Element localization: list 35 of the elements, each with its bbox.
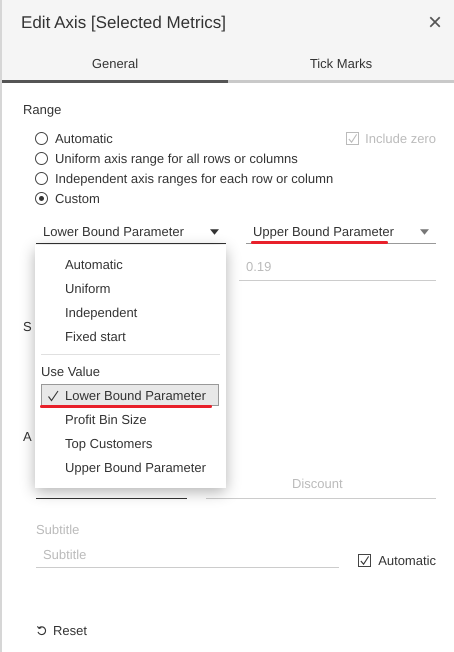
section-label: S (23, 319, 33, 334)
dialog-title: Edit Axis [Selected Metrics] (21, 13, 226, 33)
menu-item[interactable]: Profit Bin Size (41, 408, 219, 430)
radio-button[interactable] (35, 132, 48, 144)
menu-item[interactable]: Independent (41, 301, 219, 323)
tab[interactable]: General (2, 50, 228, 83)
menu-item[interactable]: Uniform (41, 277, 219, 299)
section-label: A (23, 429, 33, 444)
menu-item[interactable]: Lower Bound Parameter (41, 384, 219, 406)
radio-button[interactable] (35, 192, 48, 204)
radio-label: Automatic (55, 130, 113, 146)
menu-item[interactable]: Upper Bound Parameter (41, 456, 219, 478)
dropdown[interactable]: Lower Bound Parameter (36, 222, 226, 244)
menu-item[interactable]: Top Customers (41, 432, 219, 454)
radio-label: Independent axis ranges for each row or column (55, 170, 334, 186)
checkbox[interactable] (358, 554, 372, 566)
reset-icon (36, 625, 47, 636)
checkbox-label: Automatic (378, 552, 436, 568)
menu-heading: Use Value (40, 364, 102, 381)
close-button[interactable]: × (428, 11, 442, 35)
radio-label: Uniform axis range for all rows or columns (55, 150, 298, 166)
tab[interactable]: Tick Marks (228, 50, 454, 83)
reset-button[interactable]: Reset (36, 623, 87, 638)
radio-button[interactable] (35, 152, 48, 164)
radio-label: Custom (55, 190, 100, 206)
input-field[interactable]: 0.19 (239, 257, 436, 281)
menu-item[interactable]: Automatic (41, 253, 219, 275)
caret-icon (210, 228, 219, 234)
section-label: Range (23, 102, 62, 117)
caret-icon (420, 228, 429, 234)
checkmark-icon (47, 390, 59, 402)
radio-button[interactable] (35, 172, 48, 184)
menu-item[interactable]: Fixed start (41, 325, 219, 347)
field-label: Subtitle (35, 522, 80, 537)
checkbox-label: Include zero (365, 130, 436, 146)
